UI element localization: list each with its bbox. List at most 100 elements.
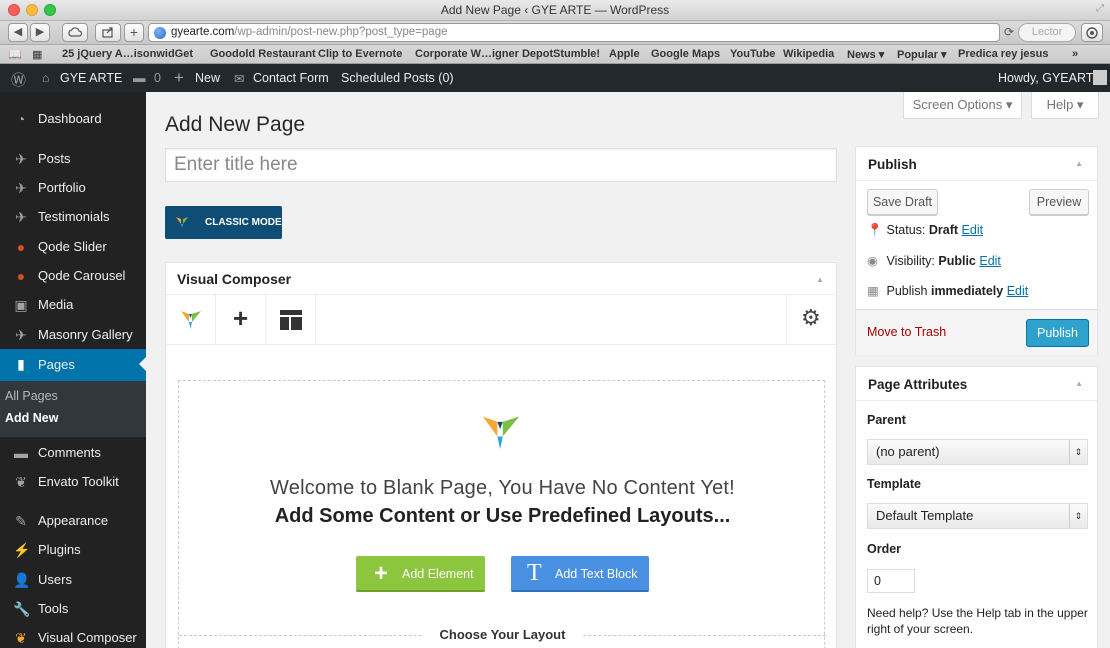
help-button[interactable]: Help ▾ — [1031, 92, 1099, 119]
comment-bubble-icon[interactable]: ▬ — [133, 71, 146, 85]
top-sites-icon[interactable]: ▦ — [32, 48, 42, 61]
pages-submenu: All Pages Add New — [0, 381, 146, 437]
sidebar-item-qode-carousel[interactable]: ● Qode Carousel — [0, 261, 146, 291]
parent-select-value: (no parent) — [876, 444, 940, 459]
vc-settings-button[interactable]: ⚙ — [786, 295, 836, 345]
sidebar-item-visual-composer[interactable]: ❦ Visual Composer — [0, 623, 146, 648]
home-icon: ⌂ — [42, 71, 50, 85]
sidebar-item-qode-slider[interactable]: ● Qode Slider — [0, 232, 146, 262]
status-value: Draft — [928, 223, 959, 237]
bookmark-item[interactable]: Popular ▾ — [897, 48, 947, 61]
site-name-link[interactable]: GYE ARTE — [60, 71, 122, 85]
fullscreen-icon[interactable]: ⤢ — [1096, 3, 1104, 14]
reload-icon[interactable]: ⟳ — [1004, 25, 1014, 39]
plus-icon: + — [233, 303, 249, 333]
publish-button[interactable]: Publish — [1026, 319, 1089, 347]
sidebar-item-posts[interactable]: ✈ Posts — [0, 144, 146, 174]
move-to-trash-link[interactable]: Move to Trash — [867, 325, 946, 339]
vc-logo-button[interactable] — [166, 295, 216, 345]
qode-icon: ● — [16, 268, 26, 284]
add-element-tool-button[interactable]: + — [216, 295, 266, 345]
sidebar-item-users[interactable]: 👤 Users — [0, 565, 146, 595]
order-input[interactable]: 0 — [867, 569, 915, 593]
add-text-block-button[interactable]: T Add Text Block — [511, 556, 649, 592]
forward-button[interactable]: ▶ — [30, 23, 50, 42]
page-attributes-header[interactable]: Page Attributes ▲ — [856, 367, 1097, 401]
howdy-user-link[interactable]: Howdy, GYEARTE — [998, 71, 1102, 85]
bookmark-item[interactable]: Predica rey jesus — [958, 48, 1049, 60]
bookmark-item[interactable]: Stumble! — [553, 48, 600, 60]
envelope-icon: ✉ — [234, 72, 245, 86]
url-domain: gyearte.com — [171, 26, 235, 38]
bookmarks-book-icon[interactable]: 📖 — [8, 48, 22, 61]
submenu-add-new[interactable]: Add New — [5, 411, 58, 425]
sidebar-item-label: Appearance — [38, 513, 109, 528]
sidebar-item-label: Qode Slider — [38, 239, 107, 254]
bookmark-item[interactable]: YouTube — [730, 48, 775, 60]
share-button[interactable] — [95, 23, 121, 42]
bookmark-item[interactable]: Apple — [609, 48, 640, 60]
sidebar-item-comments[interactable]: ▬ Comments — [0, 438, 146, 468]
add-element-button[interactable]: + Add Element — [356, 556, 485, 592]
publish-header[interactable]: Publish ▲ — [856, 147, 1097, 181]
new-content-link[interactable]: New — [195, 71, 220, 85]
collapse-icon[interactable]: ▲ — [1075, 379, 1083, 388]
vc-panel-header[interactable]: Visual Composer ▲ — [166, 263, 836, 295]
layout-template-icon — [280, 310, 302, 330]
sidebar-item-label: Visual Composer — [38, 630, 137, 645]
new-tab-button[interactable]: + — [124, 23, 144, 42]
bookmark-item[interactable]: Google Maps — [651, 48, 720, 60]
sidebar-item-label: Pages — [38, 357, 75, 372]
avatar[interactable] — [1093, 70, 1107, 85]
collapse-icon[interactable]: ▲ — [1075, 159, 1083, 168]
appearance-icon: ✎ — [15, 513, 27, 529]
cloud-tabs-button[interactable] — [62, 23, 88, 42]
users-icon: 👤 — [13, 572, 31, 588]
publish-time-row: ▦ Publish immediately Edit — [867, 283, 1028, 298]
visibility-edit-link[interactable]: Edit — [979, 254, 1001, 268]
pin-icon: 📍 — [867, 223, 883, 237]
contact-form-link[interactable]: Contact Form — [253, 71, 329, 85]
tools-icon: 🔧 — [13, 601, 31, 617]
bookmark-item[interactable]: Goodold Restaurant — [210, 48, 316, 60]
downloads-button[interactable] — [1081, 23, 1103, 42]
bookmark-item[interactable]: Clip to Evernote — [318, 48, 402, 60]
sidebar-item-dashboard[interactable]: ◔ Dashboard — [0, 104, 146, 134]
sidebar-item-testimonials[interactable]: ✈ Testimonials — [0, 202, 146, 232]
templates-tool-button[interactable] — [266, 295, 316, 345]
wordpress-logo-icon[interactable]: Ⓦ — [11, 69, 26, 90]
title-input[interactable]: Enter title here — [165, 148, 837, 182]
sidebar-item-envato-toolkit[interactable]: ❦ Envato Toolkit — [0, 467, 146, 497]
bookmark-item[interactable]: Corporate W…igner Depot — [415, 48, 553, 60]
sidebar-item-appearance[interactable]: ✎ Appearance — [0, 506, 146, 536]
bookmarks-overflow[interactable]: » — [1072, 48, 1078, 60]
save-draft-button[interactable]: Save Draft — [867, 189, 938, 215]
select-arrows-icon: ⇕ — [1069, 504, 1087, 528]
template-select[interactable]: Default Template ⇕ — [867, 503, 1088, 529]
sidebar-item-plugins[interactable]: ⚡ Plugins — [0, 535, 146, 565]
address-bar[interactable]: gyearte.com/wp-admin/post-new.php?post_t… — [148, 23, 1000, 42]
cloud-icon — [68, 27, 83, 37]
sidebar-item-masonry-gallery[interactable]: ✈ Masonry Gallery — [0, 320, 146, 350]
bookmark-item[interactable]: Wikipedia — [783, 48, 834, 60]
add-element-label: Add Element — [402, 567, 474, 581]
submenu-all-pages[interactable]: All Pages — [5, 389, 58, 403]
bookmark-item[interactable]: 25 jQuery A…isonwidGet — [62, 48, 193, 60]
publish-time-edit-link[interactable]: Edit — [1007, 284, 1029, 298]
screen-options-button[interactable]: Screen Options ▾ — [903, 92, 1022, 119]
bookmark-item[interactable]: News ▾ — [847, 48, 884, 61]
scheduled-posts-link[interactable]: Scheduled Posts (0) — [341, 71, 454, 85]
classic-mode-button[interactable]: CLASSIC MODE — [165, 206, 282, 239]
sidebar-item-portfolio[interactable]: ✈ Portfolio — [0, 173, 146, 203]
preview-button[interactable]: Preview — [1029, 189, 1089, 215]
sidebar-item-media[interactable]: ▣ Media — [0, 290, 146, 320]
back-button[interactable]: ◀ — [8, 23, 28, 42]
parent-select[interactable]: (no parent) ⇕ — [867, 439, 1088, 465]
sidebar-item-pages[interactable]: ▮ Pages — [0, 349, 146, 381]
share-icon — [102, 27, 113, 38]
sidebar-item-tools[interactable]: 🔧 Tools — [0, 594, 146, 624]
status-edit-link[interactable]: Edit — [962, 223, 984, 237]
reader-button[interactable]: Lector — [1018, 23, 1076, 42]
collapse-icon[interactable]: ▲ — [816, 275, 824, 284]
browser-toolbar: ◀ ▶ + gyearte.com/wp-admin/post-new.php?… — [0, 21, 1110, 45]
